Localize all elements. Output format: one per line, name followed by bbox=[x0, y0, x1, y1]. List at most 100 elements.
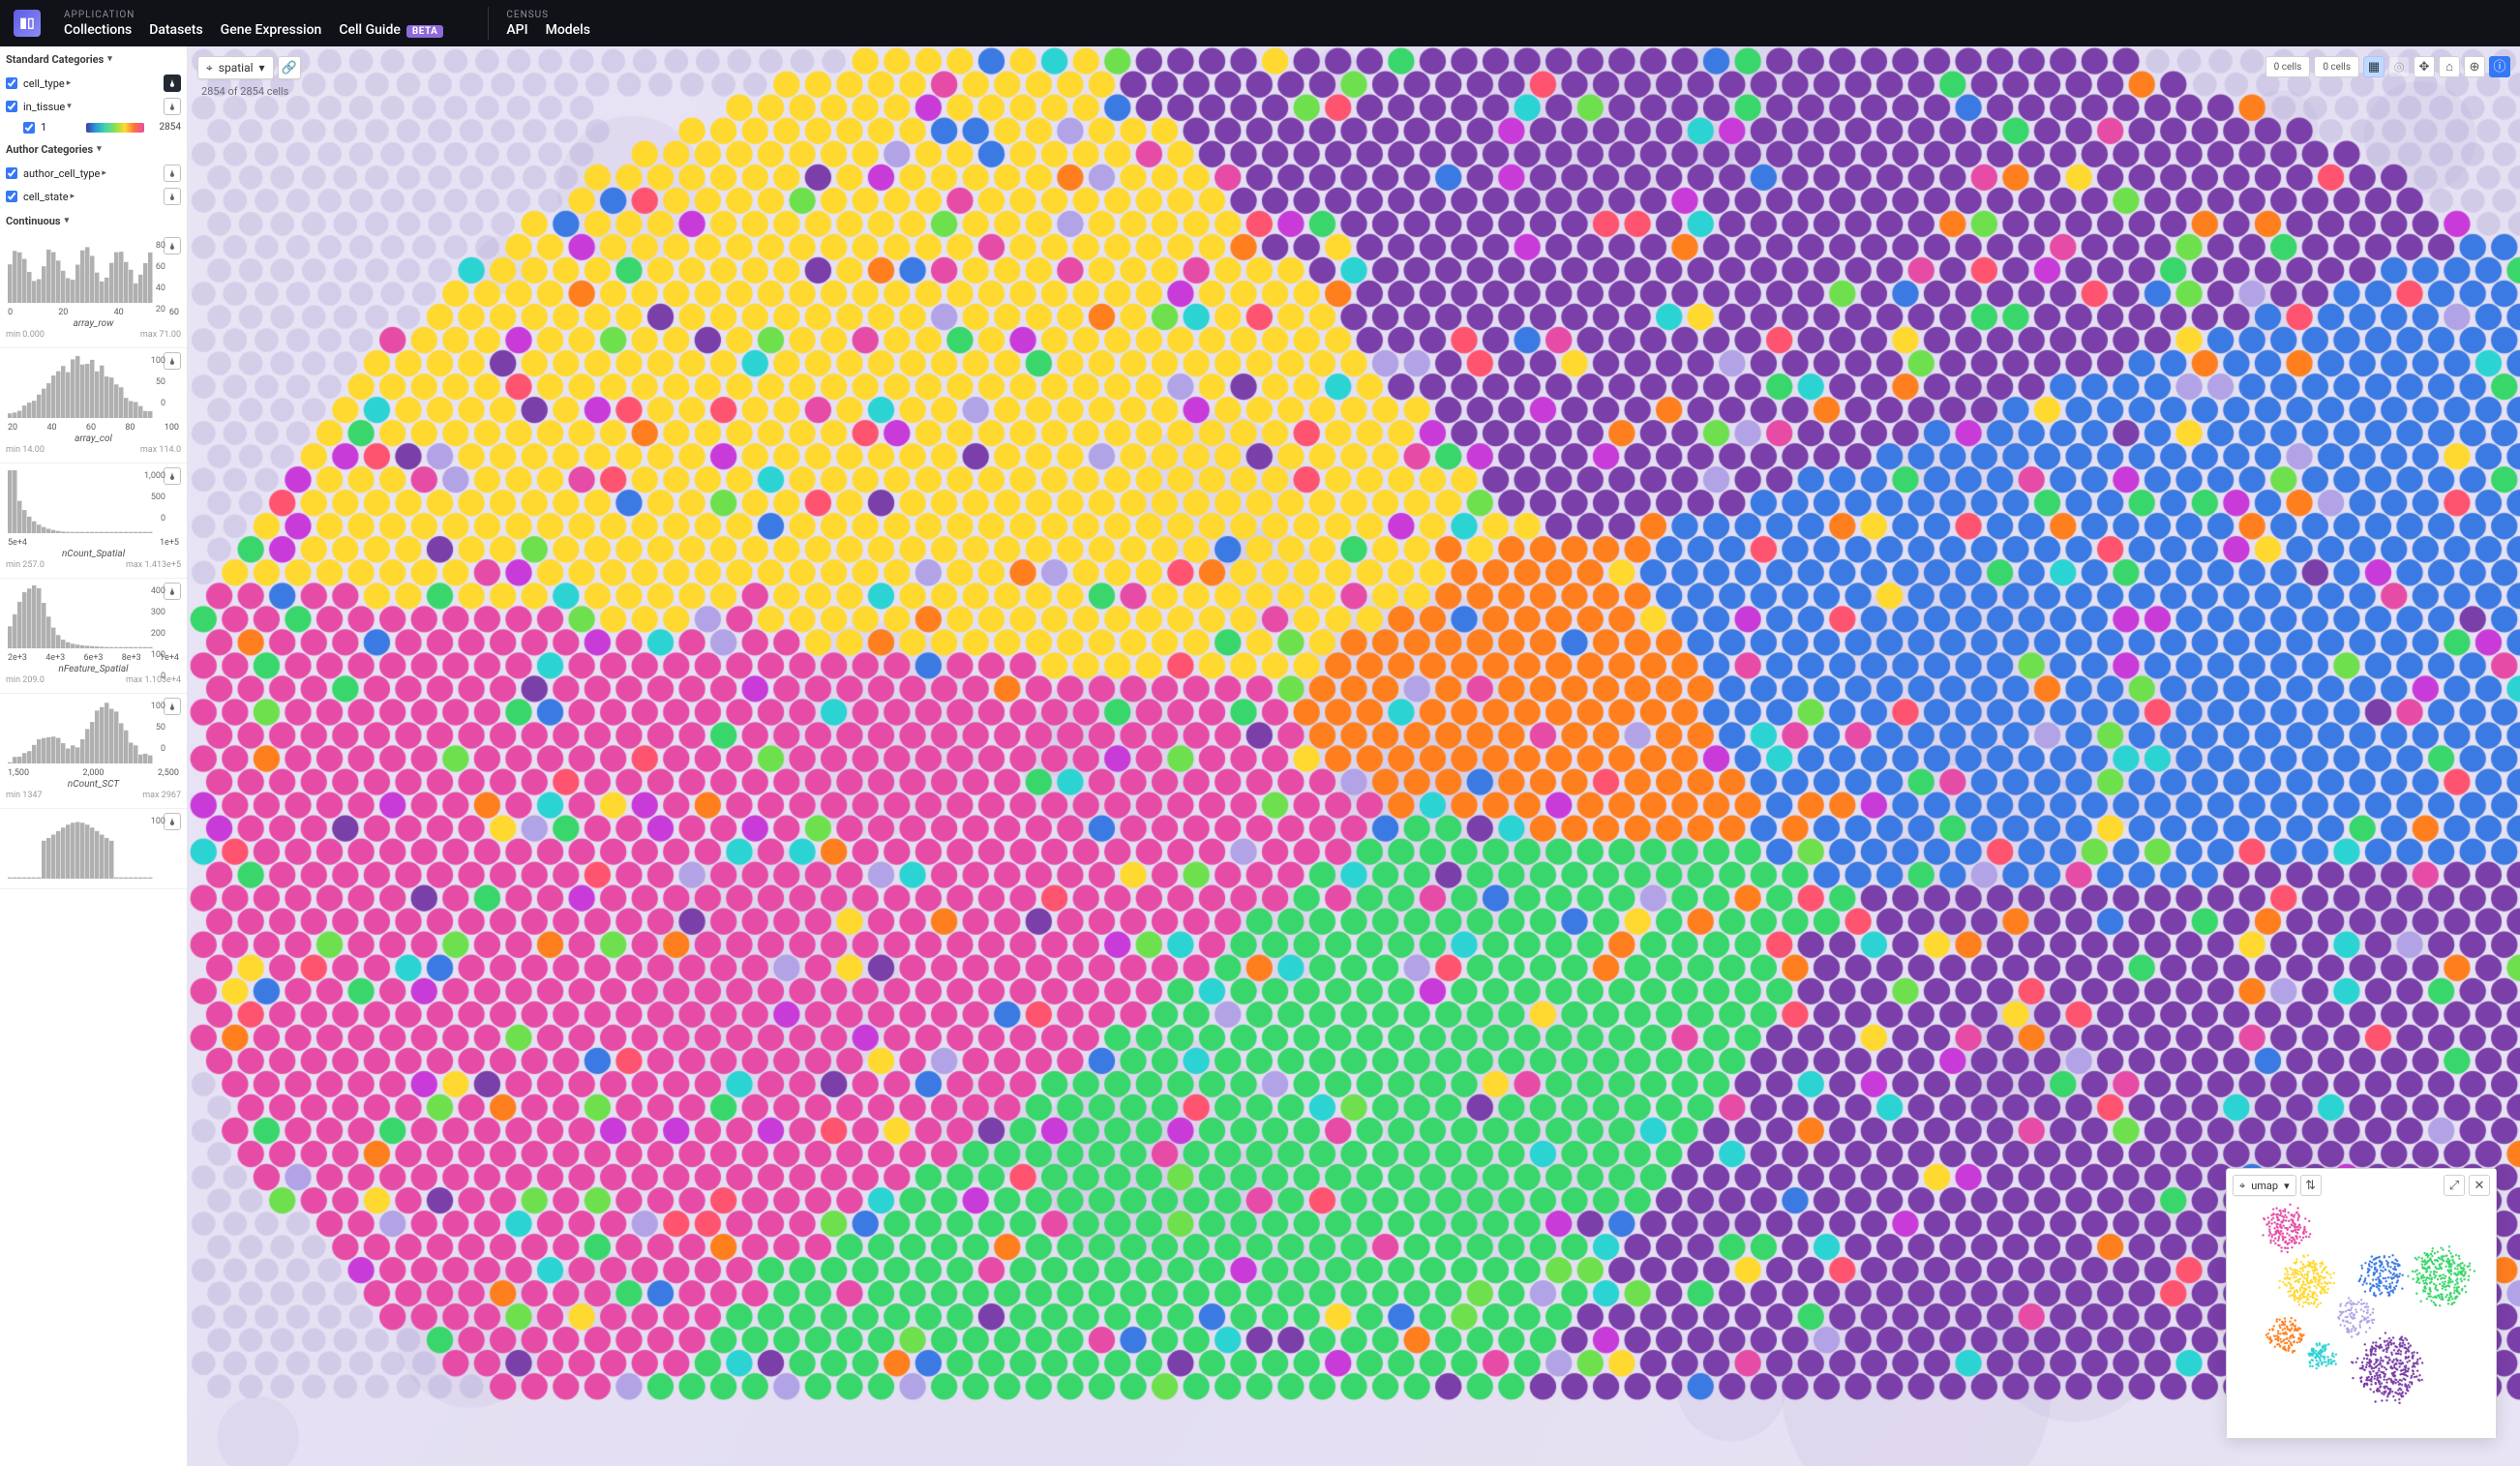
top-navbar: ▮▯ APPLICATION Collections Datasets Gene… bbox=[0, 0, 2520, 46]
spatial-plot-canvas[interactable] bbox=[188, 46, 2520, 1466]
embedding-name: spatial bbox=[219, 61, 254, 75]
droplet-icon: 🌢 bbox=[169, 78, 176, 89]
section-continuous[interactable]: Continuous ▾ bbox=[0, 208, 187, 233]
category-label: cell_state bbox=[23, 191, 69, 203]
histogram-canvas[interactable] bbox=[6, 698, 161, 765]
nav-super-census: CENSUS bbox=[506, 10, 590, 20]
nav-link-collections[interactable]: Collections bbox=[64, 22, 132, 38]
chevron-right-icon: ▸ bbox=[67, 79, 72, 88]
inset-expand-button[interactable]: ⤢ bbox=[2444, 1175, 2465, 1196]
category-count: 2854 bbox=[154, 122, 181, 133]
colorby-droplet-author-cell-type[interactable]: 🌢 bbox=[164, 165, 181, 182]
histogram-canvas[interactable] bbox=[6, 352, 161, 420]
nav-links-application: Collections Datasets Gene Expression Cel… bbox=[64, 22, 443, 38]
colorby-droplet-nCount_Spatial[interactable]: 🌢 bbox=[164, 467, 181, 485]
inset-embedding-select[interactable]: ⌖ umap ▾ bbox=[2233, 1175, 2296, 1196]
histogram-array_col[interactable]: 🌢10050020406080100array_colmin 14.00max … bbox=[0, 348, 187, 464]
histogram-nCount_Spatial[interactable]: 🌢1,00050005e+41e+5nCount_Spatialmin 257.… bbox=[0, 464, 187, 579]
recenter-button[interactable]: ⌂ bbox=[2439, 56, 2460, 77]
inset-close-button[interactable]: ✕ bbox=[2469, 1175, 2490, 1196]
nav-link-cell-guide[interactable]: Cell GuideBETA bbox=[339, 22, 443, 38]
histogram-array_row[interactable]: 🌢806040200204060array_rowmin 0.000max 71… bbox=[0, 233, 187, 348]
droplet-icon: 🌢 bbox=[169, 817, 176, 827]
image-toggle-button[interactable]: ▦ bbox=[2363, 56, 2385, 77]
category-in-tissue[interactable]: in_tissue ▾ 🌢 bbox=[0, 95, 187, 118]
hist-minmax: min 14.00max 114.0 bbox=[6, 445, 181, 455]
nav-group-application: APPLICATION Collections Datasets Gene Ex… bbox=[64, 10, 443, 38]
image-icon: ▦ bbox=[2368, 61, 2380, 74]
inset-swap-button[interactable]: ⇅ bbox=[2300, 1175, 2322, 1196]
histogram-canvas[interactable] bbox=[6, 813, 161, 881]
colorby-droplet-nFeature_Spatial[interactable]: 🌢 bbox=[164, 583, 181, 600]
app-logo[interactable]: ▮▯ bbox=[14, 10, 41, 37]
section-author-categories[interactable]: Author Categories ▾ bbox=[0, 136, 187, 162]
embedding-select-button[interactable]: ⌖ spatial ▾ bbox=[197, 56, 274, 79]
colorby-droplet-partial[interactable]: 🌢 bbox=[164, 813, 181, 830]
chevron-down-icon: ▾ bbox=[65, 217, 70, 225]
lasso-button[interactable]: ✥ bbox=[2414, 56, 2435, 77]
section-title: Standard Categories bbox=[6, 53, 104, 66]
hist-minmax: min 1347max 2967 bbox=[6, 791, 181, 800]
image-lock-button[interactable]: 🔗 bbox=[278, 56, 301, 79]
checkbox-cell-type[interactable] bbox=[6, 77, 17, 89]
section-title: Author Categories bbox=[6, 143, 93, 156]
nav-link-api[interactable]: API bbox=[506, 22, 527, 38]
checkbox-cell-state[interactable] bbox=[6, 191, 17, 202]
expand-icon: ⤢ bbox=[2449, 1180, 2459, 1192]
colorby-droplet-array_row[interactable]: 🌢 bbox=[164, 237, 181, 254]
hist-y-ticks: 4003002001000 bbox=[151, 586, 165, 681]
hist-y-ticks: 100500 bbox=[151, 702, 165, 754]
hist-name: array_row bbox=[6, 318, 181, 329]
colorby-droplet-array_col[interactable]: 🌢 bbox=[164, 352, 181, 370]
hist-y-ticks: 80604020 bbox=[156, 241, 165, 314]
graph-icon: ⌖ bbox=[2239, 1181, 2245, 1191]
histogram-nCount_SCT[interactable]: 🌢1005001,5002,0002,500nCount_SCTmin 1347… bbox=[0, 694, 187, 809]
nav-divider bbox=[488, 7, 489, 40]
checkbox-in-tissue-1[interactable] bbox=[23, 122, 35, 134]
pan-icon: ✥ bbox=[2419, 61, 2430, 74]
histogram-nFeature_Spatial[interactable]: 🌢40030020010002e+34e+36e+38e+31e+4nFeatu… bbox=[0, 579, 187, 694]
colorby-droplet-in-tissue[interactable]: 🌢 bbox=[164, 98, 181, 115]
checkbox-author-cell-type[interactable] bbox=[6, 167, 17, 179]
selection-count-pill-2[interactable]: 0 cells bbox=[2314, 56, 2359, 77]
hist-name: nCount_SCT bbox=[6, 779, 181, 790]
category-cell-state[interactable]: cell_state ▸ 🌢 bbox=[0, 185, 187, 208]
histogram-canvas[interactable] bbox=[6, 583, 161, 650]
category-in-tissue-value-1[interactable]: 1 2854 bbox=[0, 118, 187, 136]
zoom-button[interactable]: ⊕ bbox=[2464, 56, 2485, 77]
nav-link-models[interactable]: Models bbox=[546, 22, 590, 38]
subset-button[interactable]: ◎ bbox=[2388, 56, 2410, 77]
droplet-icon: 🌢 bbox=[169, 586, 176, 597]
section-standard-categories[interactable]: Standard Categories ▾ bbox=[0, 46, 187, 72]
nav-link-gene-expression[interactable]: Gene Expression bbox=[221, 22, 322, 38]
category-label: cell_type bbox=[23, 77, 65, 90]
colorby-droplet-cell-type[interactable]: 🌢 bbox=[164, 75, 181, 92]
chevron-down-icon: ▾ bbox=[2284, 1181, 2290, 1191]
category-author-cell-type[interactable]: author_cell_type ▸ 🌢 bbox=[0, 162, 187, 185]
spatial-viewer[interactable]: ⌖ spatial ▾ 🔗 2854 of 2854 cells 0 cells… bbox=[188, 46, 2520, 1466]
histogram-canvas[interactable] bbox=[6, 467, 161, 535]
link-icon: 🔗 bbox=[281, 62, 296, 75]
nav-link-datasets[interactable]: Datasets bbox=[149, 22, 202, 38]
histogram-partial[interactable]: 🌢 100 bbox=[0, 809, 187, 889]
home-icon: ⌂ bbox=[2445, 61, 2453, 74]
category-cell-type[interactable]: cell_type ▸ 🌢 bbox=[0, 72, 187, 95]
swap-icon: ⇅ bbox=[2305, 1180, 2316, 1192]
target-icon: ◎ bbox=[2393, 61, 2404, 74]
category-label: in_tissue bbox=[23, 101, 65, 113]
checkbox-in-tissue[interactable] bbox=[6, 101, 17, 112]
left-sidebar[interactable]: Standard Categories ▾ cell_type ▸ 🌢 in_t… bbox=[0, 46, 188, 1466]
chevron-down-icon: ▾ bbox=[107, 55, 112, 64]
colorby-droplet-nCount_SCT[interactable]: 🌢 bbox=[164, 698, 181, 715]
section-title: Continuous bbox=[6, 215, 61, 227]
hist-name: nCount_Spatial bbox=[6, 549, 181, 559]
close-icon: ✕ bbox=[2475, 1180, 2485, 1192]
category-value-label: 1 bbox=[41, 121, 46, 134]
histogram-canvas[interactable] bbox=[6, 237, 161, 305]
info-button[interactable]: ⓘ bbox=[2489, 56, 2510, 77]
selection-count-pill-1[interactable]: 0 cells bbox=[2265, 56, 2311, 77]
umap-inset[interactable]: ⌖ umap ▾ ⇅ ⤢ ✕ bbox=[2226, 1168, 2497, 1439]
umap-plot-canvas[interactable] bbox=[2227, 1169, 2496, 1438]
hist-y-ticks: 100 bbox=[151, 817, 165, 826]
colorby-droplet-cell-state[interactable]: 🌢 bbox=[164, 188, 181, 205]
